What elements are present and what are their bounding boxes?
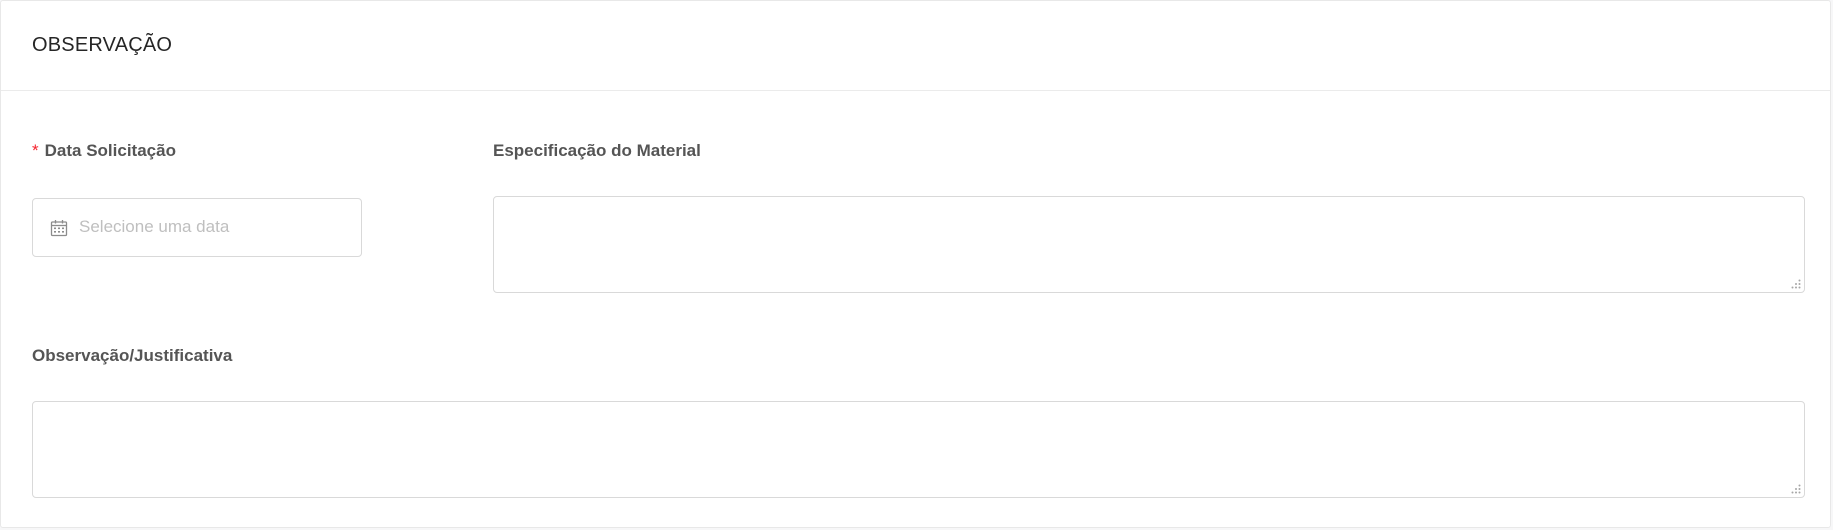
especificacao-material-textarea[interactable]: [493, 196, 1805, 293]
especificacao-material-label: Especificação do Material: [493, 141, 701, 160]
observacao-card: OBSERVAÇÃO * Data Solicitação Selecione u…: [0, 0, 1831, 528]
resize-grip-icon[interactable]: [1791, 484, 1801, 494]
data-solicitacao-label: * Data Solicitação: [32, 141, 176, 161]
date-placeholder: Selecione uma data: [79, 217, 230, 236]
resize-grip-icon[interactable]: [1791, 279, 1801, 289]
required-mark: *: [32, 141, 39, 160]
data-solicitacao-date-picker[interactable]: Selecione uma data: [32, 198, 362, 257]
calendar-icon: [50, 220, 68, 237]
data-solicitacao-label-text: Data Solicitação: [44, 141, 176, 160]
card-header: OBSERVAÇÃO: [1, 1, 1830, 91]
section-title: OBSERVAÇÃO: [32, 34, 173, 56]
observacao-justificativa-textarea[interactable]: [32, 401, 1805, 498]
observacao-justificativa-label: Observação/Justificativa: [32, 346, 233, 365]
